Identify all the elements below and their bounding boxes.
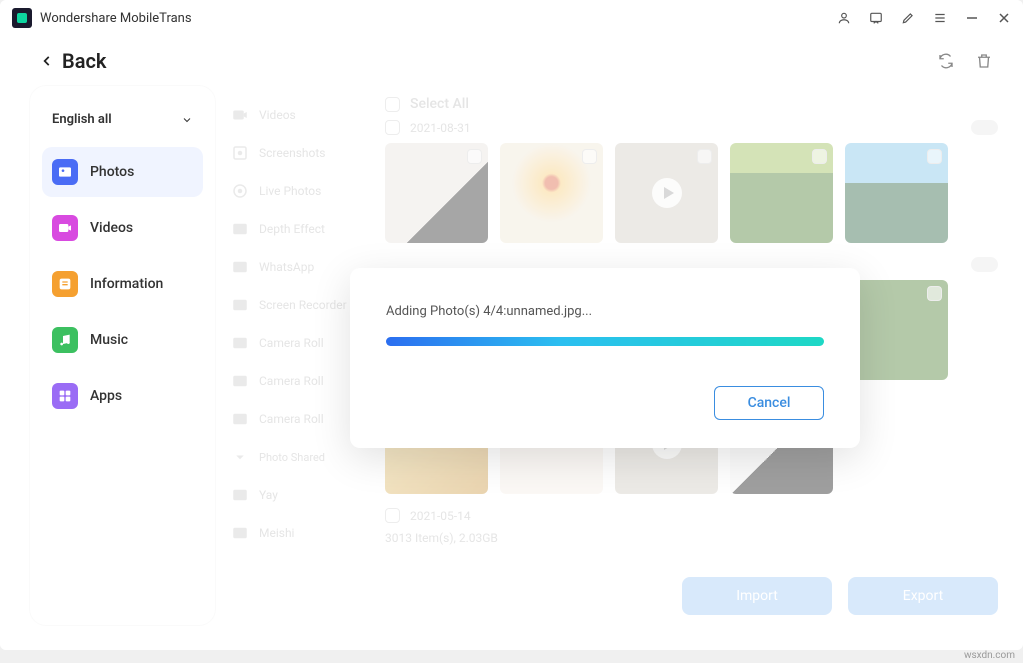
sidebar-item-label: Videos	[90, 220, 133, 236]
sidebar-item-label: Photos	[90, 164, 134, 180]
back-row: Back	[0, 36, 1023, 86]
edit-icon[interactable]	[901, 11, 915, 25]
sidebar-item-label: Information	[90, 276, 163, 292]
music-icon	[52, 327, 78, 353]
modal-message: Adding Photo(s) 4/4:unnamed.jpg...	[386, 304, 824, 319]
sidebar-item-photos[interactable]: Photos	[42, 147, 203, 197]
progress-modal: Adding Photo(s) 4/4:unnamed.jpg... Cance…	[350, 268, 860, 448]
app-title: Wondershare MobileTrans	[40, 11, 837, 26]
progress-bar	[386, 337, 824, 346]
sidebar-item-information[interactable]: Information	[42, 259, 203, 309]
sidebar-item-apps[interactable]: Apps	[42, 371, 203, 421]
chevron-down-icon	[181, 114, 193, 126]
back-label: Back	[62, 49, 106, 73]
menu-icon[interactable]	[933, 11, 947, 25]
app-logo	[12, 8, 32, 28]
dropdown-label: English all	[52, 112, 112, 127]
cancel-button[interactable]: Cancel	[714, 386, 824, 420]
watermark: wsxdn.com	[964, 650, 1015, 661]
feedback-icon[interactable]	[869, 11, 883, 25]
sidebar-item-music[interactable]: Music	[42, 315, 203, 365]
photos-icon	[52, 159, 78, 185]
close-button[interactable]	[997, 11, 1011, 25]
videos-icon	[52, 215, 78, 241]
apps-icon	[52, 383, 78, 409]
back-button[interactable]: Back	[40, 49, 106, 73]
sidebar-item-label: Music	[90, 332, 128, 348]
sidebar-item-videos[interactable]: Videos	[42, 203, 203, 253]
refresh-icon[interactable]	[937, 52, 955, 70]
language-dropdown[interactable]: English all	[42, 104, 203, 135]
titlebar: Wondershare MobileTrans	[0, 0, 1023, 36]
trash-icon[interactable]	[975, 52, 993, 70]
minimize-button[interactable]	[965, 11, 979, 25]
user-icon[interactable]	[837, 11, 851, 25]
information-icon	[52, 271, 78, 297]
sidebar-item-label: Apps	[90, 388, 122, 404]
sidebar-categories: English all Photos Videos Information Mu…	[30, 86, 215, 625]
